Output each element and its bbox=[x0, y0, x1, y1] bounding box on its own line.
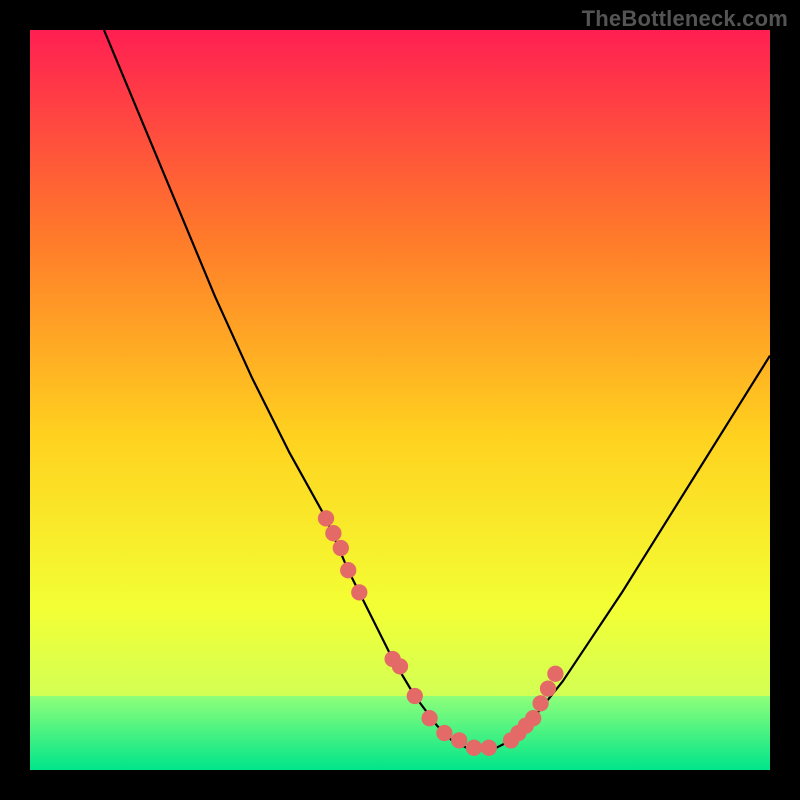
watermark-label: TheBottleneck.com bbox=[582, 6, 788, 32]
highlight-dot bbox=[547, 666, 563, 682]
highlight-dot bbox=[421, 710, 437, 726]
highlight-dot bbox=[351, 584, 367, 600]
dot-group bbox=[318, 510, 564, 756]
bottleneck-curve bbox=[104, 30, 770, 748]
highlight-dot bbox=[466, 740, 482, 756]
highlight-dot bbox=[340, 562, 356, 578]
highlight-dot bbox=[525, 710, 541, 726]
highlight-dot bbox=[325, 525, 341, 541]
highlight-dot bbox=[407, 688, 423, 704]
highlight-dot bbox=[436, 725, 452, 741]
highlight-dot bbox=[481, 740, 497, 756]
highlight-dot bbox=[392, 658, 408, 674]
highlight-dot bbox=[451, 732, 467, 748]
chart-frame: TheBottleneck.com bbox=[0, 0, 800, 800]
highlight-dot bbox=[540, 680, 556, 696]
plot-area bbox=[30, 30, 770, 770]
highlight-dot bbox=[318, 510, 334, 526]
chart-svg bbox=[30, 30, 770, 770]
highlight-dot bbox=[532, 695, 548, 711]
highlight-dot bbox=[333, 540, 349, 556]
